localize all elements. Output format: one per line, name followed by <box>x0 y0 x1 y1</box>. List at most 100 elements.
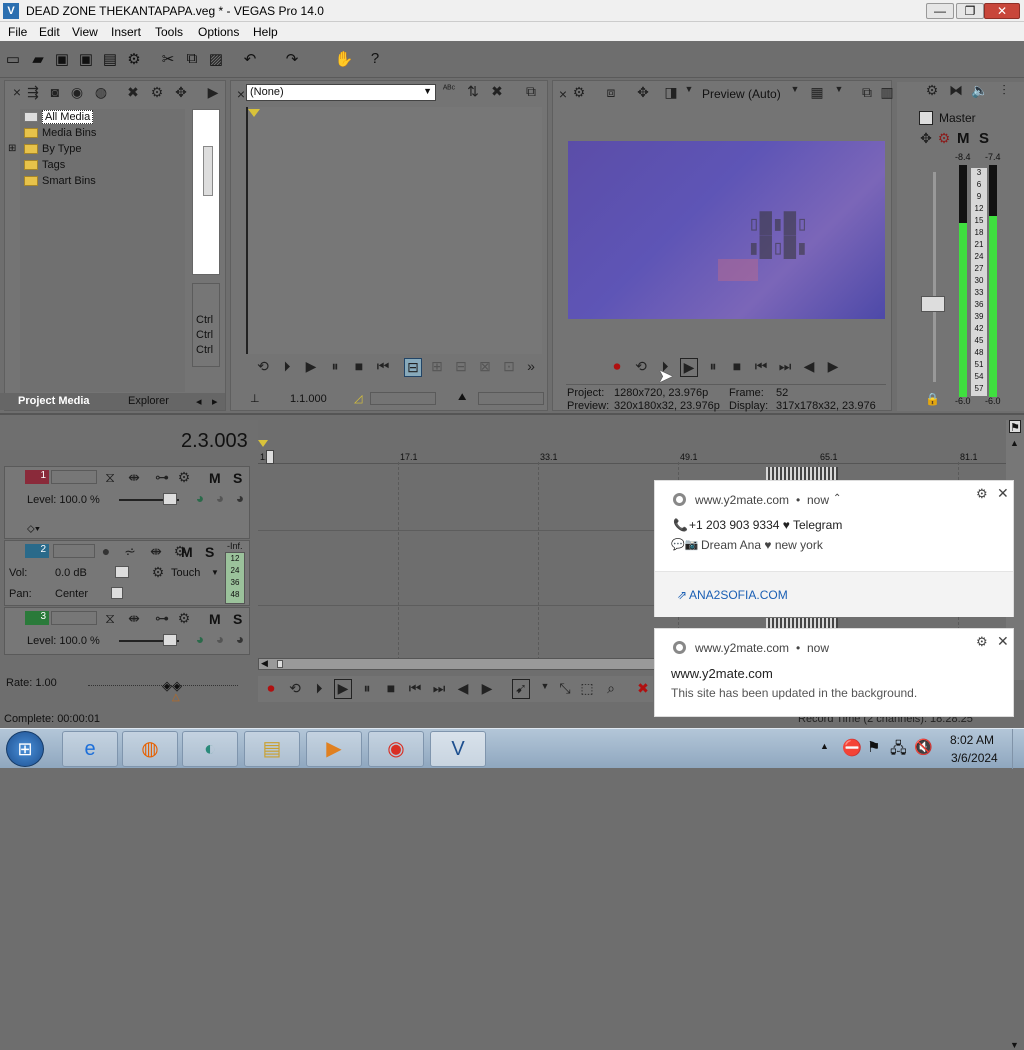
master-settings-gear-icon[interactable]: ⚙ <box>923 82 941 99</box>
tree-item-tags[interactable]: Tags <box>24 159 65 171</box>
effects-icon[interactable]: ✥ <box>172 84 190 101</box>
compositing-icon[interactable]: ⊶ <box>153 469 171 486</box>
master-fx-gear-icon[interactable]: ⚙ <box>935 130 953 147</box>
track-fx-icon[interactable]: ⇼ <box>147 543 165 560</box>
maximize-button[interactable]: ❐ <box>956 3 984 19</box>
expand-arrow-icon[interactable]: ▶ <box>204 84 222 101</box>
tab-next-arrow-icon[interactable]: ▸ <box>212 395 218 408</box>
arm-record-icon[interactable]: ● <box>97 543 115 559</box>
notification-settings-gear-icon[interactable]: ⚙ <box>976 634 988 650</box>
loop-icon[interactable]: ⟲ <box>632 358 650 375</box>
chevron-down-icon[interactable]: ▼ <box>786 84 804 94</box>
fit-icon[interactable]: ⊡ <box>500 358 518 375</box>
pause-icon[interactable]: ⏸ <box>704 358 722 375</box>
menu-view[interactable]: View <box>72 25 98 39</box>
show-desktop-button[interactable] <box>1012 729 1024 769</box>
master-mute-button[interactable]: M <box>957 130 970 147</box>
overlays-icon[interactable]: ◨ <box>662 84 680 101</box>
network-icon[interactable]: 🖧 <box>890 738 907 763</box>
next-frame-icon[interactable]: ▶ <box>824 358 842 375</box>
record-icon[interactable]: ⏺ <box>262 680 280 697</box>
chevron-down-icon[interactable]: ▼ <box>211 568 219 577</box>
composite-parent-icon[interactable]: ◕ <box>191 490 209 506</box>
notification-card-1[interactable]: www.y2mate.com • now ⌃ ⚙ ✕ 📞 +1 203 903 … <box>654 480 1014 617</box>
normal-edit-tool-icon[interactable]: ➹ <box>512 679 530 699</box>
plugin-icon[interactable]: ✋ <box>334 50 354 68</box>
go-end-icon[interactable]: ⏭ <box>776 358 794 375</box>
master-solo-button[interactable]: S <box>979 130 989 147</box>
tab-prev-arrow-icon[interactable]: ◂ <box>196 395 202 408</box>
notification-close-icon[interactable]: ✕ <box>997 633 1009 650</box>
speaker-icon[interactable]: 🔈 <box>971 82 989 99</box>
track-1-mute-button[interactable]: M <box>209 470 221 486</box>
play-icon[interactable]: ▶ <box>334 679 352 699</box>
tree-item-by-type[interactable]: ⊞ By Type <box>8 143 82 155</box>
cut-icon[interactable]: ✂ <box>158 50 178 68</box>
clear-icon[interactable]: ✖ <box>488 83 506 100</box>
window-icon[interactable]: ⧉ <box>522 83 540 100</box>
track-1-solo-button[interactable]: S <box>233 470 242 486</box>
in-field[interactable] <box>370 392 436 405</box>
chrome-taskbar-icon[interactable]: ◉ <box>368 731 424 767</box>
notification-close-icon[interactable]: ✕ <box>997 485 1009 502</box>
trimmer-view[interactable] <box>246 107 542 354</box>
clock-date[interactable]: 3/6/2024 <box>951 751 998 765</box>
copy-icon[interactable]: ⧉ <box>182 50 202 67</box>
split-screen-icon[interactable]: ✥ <box>634 84 652 101</box>
level-slider-knob[interactable] <box>163 493 177 505</box>
out-field[interactable] <box>478 392 544 405</box>
video-event-clip[interactable] <box>766 618 838 628</box>
automation-gear-icon[interactable]: ⚙ <box>149 564 167 581</box>
close-button[interactable]: ✕ <box>984 3 1020 19</box>
tab-explorer[interactable]: Explorer <box>128 395 169 407</box>
minimize-button[interactable]: — <box>926 3 954 19</box>
track-motion-icon[interactable]: ⧖ <box>101 469 119 486</box>
add-to-timeline-icon[interactable]: ⊟ <box>404 358 422 377</box>
settings-gear-icon[interactable]: ⚙ <box>124 50 144 68</box>
track-motion-icon[interactable]: ⧖ <box>101 610 119 627</box>
vol-slider-knob[interactable] <box>115 566 129 578</box>
delete-icon[interactable]: ✖ <box>634 680 652 697</box>
track-gear-icon[interactable]: ⚙ <box>175 610 193 627</box>
master-fader-knob[interactable] <box>921 296 945 312</box>
spellcheck-icon[interactable]: ᴬᴮᶜ <box>440 84 458 95</box>
volume-muted-icon[interactable]: 🔇 <box>914 738 933 756</box>
make-compositing-child-icon[interactable]: ◕ <box>211 490 229 506</box>
composite-mode-icon[interactable]: ◕ <box>231 490 249 506</box>
link-icon[interactable]: ⇅ <box>464 83 482 100</box>
menu-edit[interactable]: Edit <box>39 25 60 39</box>
external-monitor-icon[interactable]: ⧈ <box>602 84 620 101</box>
save-as-icon[interactable]: ▣ <box>76 50 96 68</box>
master-effects-icon[interactable]: ✥ <box>917 130 935 147</box>
new-project-icon[interactable]: ▭ <box>3 50 23 68</box>
menu-tools[interactable]: Tools <box>155 25 183 39</box>
start-button-icon[interactable]: ⊞ <box>6 731 44 767</box>
master-toggle-checkbox[interactable] <box>919 111 933 125</box>
compositing-icon[interactable]: ⊶ <box>153 610 171 627</box>
tree-item-all-media[interactable]: All Media <box>24 110 94 124</box>
lock-icon[interactable]: 🔒 <box>925 392 940 406</box>
menu-help[interactable]: Help <box>253 25 278 39</box>
menu-options[interactable]: Options <box>198 25 239 39</box>
track-name-field[interactable] <box>51 611 97 625</box>
marker-flag-icon[interactable]: ⚑ <box>1009 420 1021 434</box>
play-from-start-icon[interactable]: ⏵ <box>278 358 296 375</box>
prev-frame-icon[interactable]: ◀ <box>800 358 818 375</box>
save-icon[interactable]: ▣ <box>52 50 72 68</box>
scroll-thumb[interactable] <box>203 146 213 196</box>
go-start-icon[interactable]: ⏮ <box>406 680 424 697</box>
menu-file[interactable]: File <box>8 25 27 39</box>
internet-explorer-icon[interactable]: e <box>62 731 118 767</box>
stop-icon[interactable]: ■ <box>382 680 400 696</box>
more-icon[interactable]: » <box>522 358 540 374</box>
prev-frame-icon[interactable]: ◀ <box>454 680 472 697</box>
collapse-chevron-icon[interactable]: ⌃ <box>833 493 841 504</box>
video-app-icon[interactable]: ▶ <box>306 731 362 767</box>
capture-icon[interactable]: ◙ <box>46 84 64 100</box>
insert-icon[interactable]: ⊞ <box>428 358 446 375</box>
chevron-down-icon[interactable]: ▼ <box>680 84 698 94</box>
grid-icon[interactable]: ▦ <box>808 84 826 101</box>
track-fx-icon[interactable]: ⇼ <box>125 610 143 627</box>
redo-icon[interactable]: ↷ <box>282 50 302 68</box>
downmix-icon[interactable]: ⧓ <box>947 82 965 99</box>
